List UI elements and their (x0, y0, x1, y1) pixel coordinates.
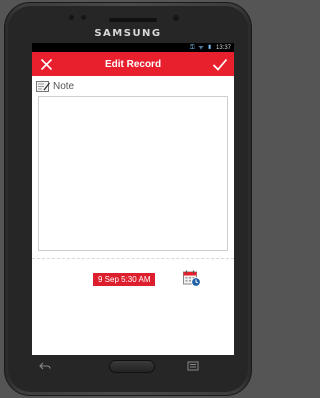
front-sensor (81, 15, 86, 20)
note-icon (36, 80, 50, 92)
close-icon (40, 58, 52, 70)
note-label-row: Note (32, 76, 234, 92)
hardware-nav-bar (5, 360, 251, 374)
app-bar: Edit Record (32, 52, 234, 76)
back-icon[interactable] (39, 362, 51, 371)
date-time-button[interactable]: 9 Sep 5:30 AM (93, 273, 156, 286)
status-bar: ⚿ ᯤ ▮ 13:37 (32, 43, 234, 52)
front-camera (173, 15, 179, 21)
status-time: 13:37 (215, 44, 231, 51)
screen: ⚿ ᯤ ▮ 13:37 Edit Record Note 9 Sep 5:30 … (32, 43, 234, 355)
calendar-button[interactable] (183, 270, 201, 292)
front-sensor (69, 15, 74, 20)
earpiece-speaker (109, 18, 157, 22)
save-button[interactable] (212, 56, 228, 72)
page-title: Edit Record (104, 58, 162, 70)
check-icon (212, 58, 228, 71)
phone-frame: SAMSUNG ⚿ ᯤ ▮ 13:37 Edit Record Note 9 S… (4, 2, 252, 396)
device-brand: SAMSUNG (94, 28, 162, 39)
note-label: Note (53, 80, 75, 92)
status-icons: ⚿ ᯤ ▮ (190, 45, 213, 51)
home-button[interactable] (109, 360, 155, 373)
close-button[interactable] (38, 56, 54, 72)
calendar-clock-icon (183, 270, 201, 287)
menu-icon[interactable] (187, 361, 199, 371)
divider (32, 258, 234, 259)
note-input[interactable] (38, 96, 228, 251)
